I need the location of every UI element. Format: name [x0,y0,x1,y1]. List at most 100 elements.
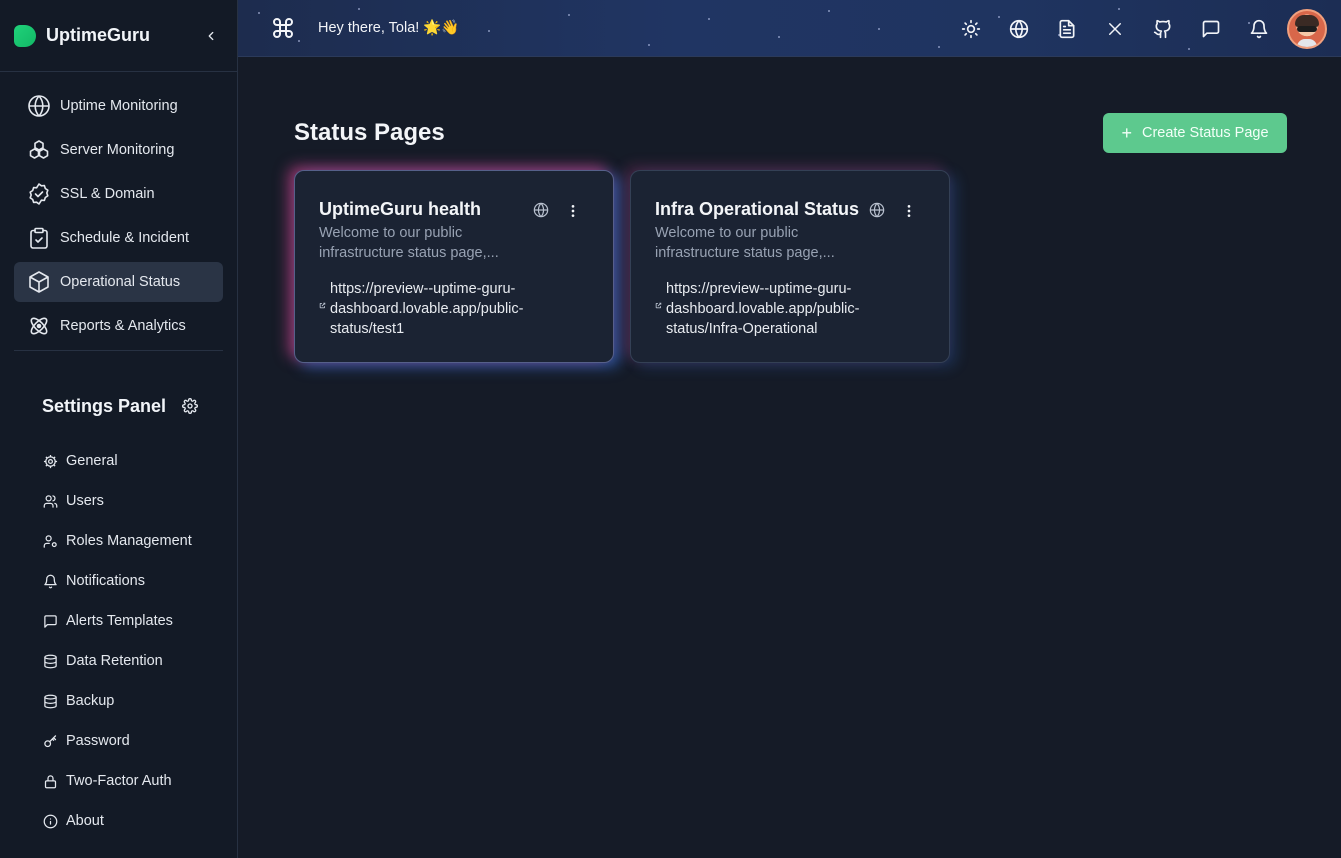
language-button[interactable] [995,5,1043,53]
clipboard-check-icon [26,225,52,251]
x-social-button[interactable] [1091,5,1139,53]
settings-item-label: Password [66,733,130,749]
bell-icon [1250,19,1268,38]
settings-item-backup[interactable]: Backup [42,681,237,721]
nav-item-ssl-domain[interactable]: SSL & Domain [14,174,223,214]
nav-item-schedule-incident[interactable]: Schedule & Incident [14,218,223,258]
server-cluster-icon [26,137,52,163]
notifications-button[interactable] [1235,5,1283,53]
info-icon [42,813,58,829]
link-icon [319,302,327,339]
chat-button[interactable] [1187,5,1235,53]
settings-item-data-retention[interactable]: Data Retention [42,641,237,681]
nav-item-reports-analytics[interactable]: Reports & Analytics [14,306,223,346]
github-icon [1153,19,1171,38]
nav-item-server-monitoring[interactable]: Server Monitoring [14,130,223,170]
settings-item-label: Roles Management [66,533,192,549]
nav-item-label: Operational Status [60,274,181,290]
topbar-actions [947,0,1327,56]
settings-item-notifications[interactable]: Notifications [42,561,237,601]
main-content: Status Pages + Create Status Page Uptime… [238,57,1341,858]
card-title: Infra Operational Status [655,199,860,219]
nav-item-operational-status[interactable]: Operational Status [14,262,223,302]
create-status-page-label: Create Status Page [1141,125,1269,141]
card-title: UptimeGuru health [319,199,482,219]
card-description: Welcome to our public infrastructure sta… [655,225,835,261]
nav-item-label: SSL & Domain [60,186,155,202]
users-icon [42,493,58,509]
nav-item-label: Uptime Monitoring [60,98,178,114]
avatar-glasses [1297,25,1317,32]
settings-item-label: General [66,453,118,469]
settings-item-password[interactable]: Password [42,721,237,761]
command-menu-button[interactable] [271,16,295,40]
document-icon [1059,19,1075,38]
settings-item-label: Two-Factor Auth [66,773,172,789]
status-page-card[interactable]: UptimeGuru health Welcome to our public … [294,170,614,363]
link-icon [655,302,663,339]
badge-check-icon [26,181,52,207]
nav-item-label: Server Monitoring [60,142,175,158]
x-icon [1109,22,1121,35]
globe-icon [1009,19,1029,38]
avatar-body [1297,38,1317,47]
collapse-sidebar-button[interactable] [199,24,223,48]
gear-icon[interactable] [182,398,198,414]
docs-button[interactable] [1043,5,1091,53]
plus-icon: + [1121,123,1132,143]
logo-icon [14,24,36,47]
main-nav: Uptime Monitoring Server Monitoring SSL … [0,72,237,346]
user-cog-icon [42,533,58,549]
settings-item-label: Alerts Templates [66,613,173,629]
more-options-button[interactable] [898,200,920,222]
card-description: Welcome to our public infrastructure sta… [319,225,499,261]
gear-icon [42,453,58,469]
settings-item-label: About [66,813,104,829]
public-status-link[interactable]: https://preview--uptime-guru-dashboard.l… [655,279,886,339]
box-icon [26,269,52,295]
globe-icon[interactable] [869,202,887,220]
settings-item-users[interactable]: Users [42,481,237,521]
topbar: Hey there, Tola! 🌟👋 [238,0,1341,57]
status-page-card[interactable]: Infra Operational Status Welcome to our … [630,170,950,363]
card-url: https://preview--uptime-guru-dashboard.l… [330,281,524,337]
settings-item-about[interactable]: About [42,801,237,841]
settings-item-two-factor-auth[interactable]: Two-Factor Auth [42,761,237,801]
globe-icon[interactable] [533,202,551,220]
sun-icon [961,19,981,38]
key-icon [42,733,58,749]
more-vertical-icon [571,205,575,217]
github-button[interactable] [1139,5,1187,53]
brand-header: UptimeGuru [0,0,237,72]
card-url: https://preview--uptime-guru-dashboard.l… [666,281,860,337]
settings-item-general[interactable]: General [42,441,237,481]
settings-item-label: Backup [66,693,115,709]
atom-icon [26,313,52,339]
nav-item-label: Schedule & Incident [60,230,189,246]
app-name: UptimeGuru [46,25,151,45]
nav-item-uptime-monitoring[interactable]: Uptime Monitoring [14,86,223,126]
settings-list: General Users Roles Management Notificat… [0,427,237,841]
settings-item-label: Users [66,493,104,509]
greeting-text: Hey there, Tola! 🌟👋 [318,20,460,36]
avatar-hair [1295,14,1319,27]
database-icon [42,693,58,709]
globe-icon [26,93,52,119]
settings-item-alerts-templates[interactable]: Alerts Templates [42,601,237,641]
create-status-page-button[interactable]: + Create Status Page [1103,113,1287,153]
nav-item-label: Reports & Analytics [60,318,186,334]
settings-item-roles-management[interactable]: Roles Management [42,521,237,561]
lock-icon [42,773,58,789]
database-icon [42,653,58,669]
avatar[interactable] [1287,8,1327,49]
chevron-left-icon [208,31,214,40]
settings-panel-title: Settings Panel [42,395,167,416]
message-icon [42,613,58,629]
more-options-button[interactable] [562,200,584,222]
chat-icon [1202,20,1220,37]
settings-item-label: Notifications [66,573,145,589]
theme-toggle-button[interactable] [947,5,995,53]
sidebar: UptimeGuru Uptime Monitoring Server Moni… [0,0,238,858]
public-status-link[interactable]: https://preview--uptime-guru-dashboard.l… [319,279,550,339]
page-title: Status Pages [294,119,445,146]
